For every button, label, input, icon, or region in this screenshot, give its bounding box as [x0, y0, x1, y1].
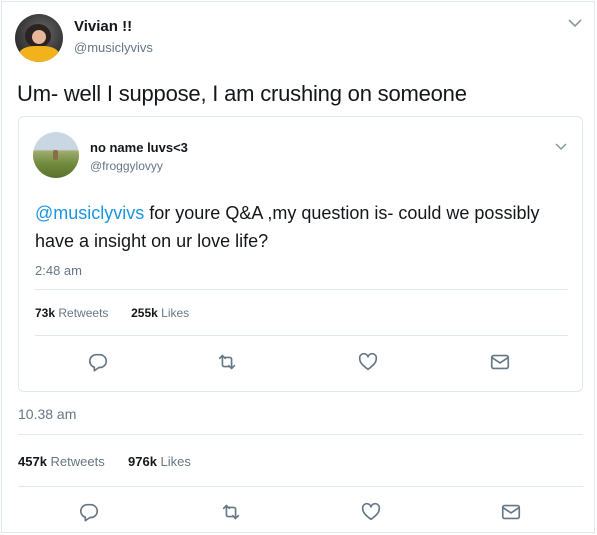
likes-count[interactable]: 976k: [128, 454, 157, 469]
author-handle[interactable]: @musiclyvivs: [74, 40, 153, 55]
tweet-text: Um- well I suppose, I am crushing on som…: [17, 81, 467, 106]
retweet-icon[interactable]: [220, 501, 242, 523]
heart-icon[interactable]: [360, 501, 382, 523]
tweet-card: Vivian !! @musiclyvivs Um- well I suppos…: [1, 1, 595, 533]
divider: [35, 335, 568, 336]
reply-icon[interactable]: [87, 351, 109, 373]
retweets-count[interactable]: 457k: [18, 454, 47, 469]
likes-label[interactable]: Likes: [161, 454, 191, 469]
quoted-retweets-label[interactable]: Retweets: [58, 306, 108, 320]
quoted-likes-label[interactable]: Likes: [161, 306, 189, 320]
tweet-stats: 457k Retweets 976k Likes: [18, 454, 191, 469]
retweets-label[interactable]: Retweets: [51, 454, 105, 469]
quoted-retweets-count[interactable]: 73k: [35, 306, 55, 320]
author-avatar[interactable]: [15, 14, 63, 62]
envelope-icon[interactable]: [489, 351, 511, 373]
quoted-timestamp[interactable]: 2:48 am: [35, 263, 82, 278]
reply-icon[interactable]: [78, 501, 100, 523]
quoted-author-handle[interactable]: @froggylovyy: [90, 159, 163, 173]
quoted-tweet-text: @musiclyvivs for youre Q&A ,my question …: [35, 199, 570, 255]
tweet-timestamp[interactable]: 10.38 am: [18, 406, 76, 422]
envelope-icon[interactable]: [500, 501, 522, 523]
quoted-likes-count[interactable]: 255k: [131, 306, 158, 320]
divider: [18, 434, 583, 435]
quoted-stats: 73k Retweets 255k Likes: [35, 306, 189, 320]
quoted-author-name[interactable]: no name luvs<3: [90, 140, 188, 155]
chevron-down-icon[interactable]: [567, 16, 583, 28]
author-name[interactable]: Vivian !!: [74, 18, 132, 35]
quoted-author-avatar[interactable]: [33, 132, 79, 178]
retweet-icon[interactable]: [216, 351, 238, 373]
divider: [18, 486, 583, 487]
heart-icon[interactable]: [357, 351, 379, 373]
mention-link[interactable]: @musiclyvivs: [35, 203, 144, 223]
divider: [35, 289, 568, 290]
chevron-down-icon[interactable]: [554, 139, 568, 151]
quoted-tweet[interactable]: no name luvs<3 @froggylovyy @musiclyvivs…: [18, 116, 583, 392]
